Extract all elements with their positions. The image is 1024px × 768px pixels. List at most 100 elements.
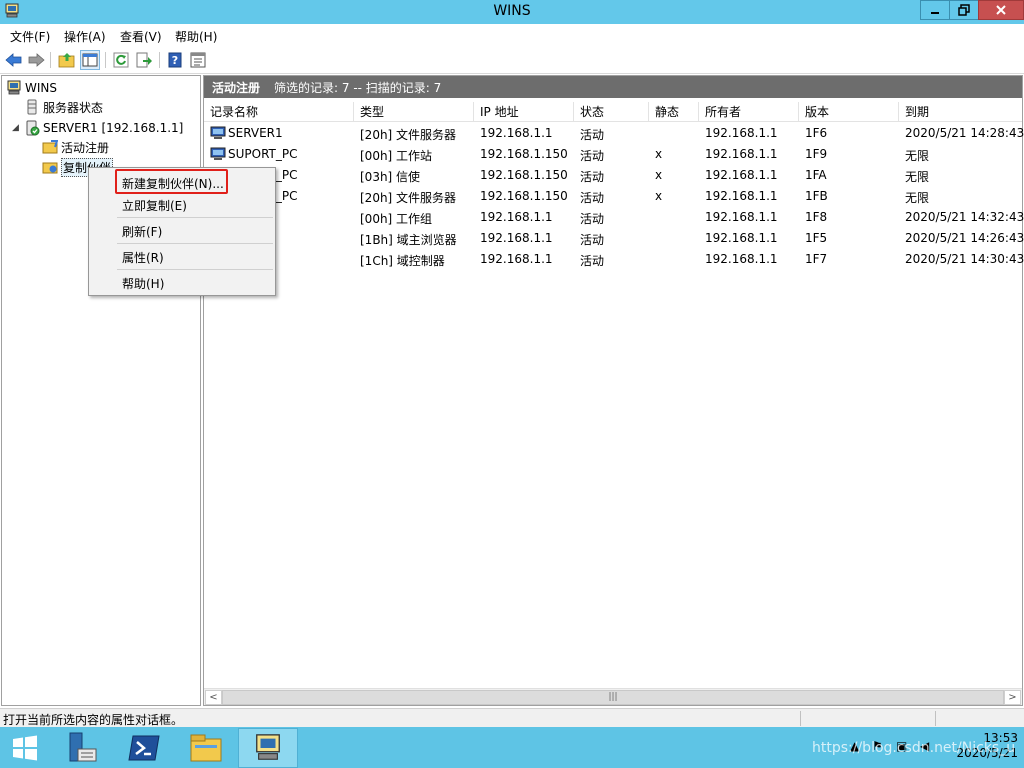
tree-label: 活动注册 [61,140,110,155]
taskbar-wins[interactable] [238,728,298,768]
minimize-icon [931,12,939,14]
scroll-thumb[interactable]: ||| [222,690,1004,705]
horizontal-scrollbar[interactable]: < ||| > [204,688,1022,705]
tree-item-active-registrations[interactable]: 活动注册 [42,138,109,156]
menu-bar: 文件(F) 操作(A) 查看(V) 帮助(H) [0,24,1024,46]
table-cell: x [655,189,663,203]
table-cell: 2020/5/21 14:26:43 [905,231,1024,245]
table-cell: 192.168.1.1 [480,231,553,245]
toolbar: ? [0,46,1024,74]
back-button[interactable] [4,50,24,70]
up-folder-icon [58,53,75,68]
table-cell: 2020/5/21 14:30:43 [905,252,1024,266]
table-cell: 活动 [580,254,605,268]
table-cell: 无限 [905,170,930,184]
table-cell: 1F6 [805,126,828,140]
menu-separator [117,217,273,218]
record-name-cell: SERVER1 [210,126,283,140]
table-cell: 192.168.1.1 [705,126,778,140]
table-row[interactable]: SUPORT_PC[20h] 文件服务器192.168.1.150活动x192.… [204,187,1022,208]
folder-icon [42,162,58,174]
maximize-button[interactable] [949,0,979,20]
record-name-cell: SUPORT_PC [210,147,298,161]
menu-item-help[interactable]: 帮助(H) [122,275,164,292]
column-header[interactable]: 类型 [354,102,474,122]
table-row[interactable]: [00h] 工作组 192.168.1.1 活动 192.168.1.1 1F8 2020… [204,208,1024,229]
menu-help[interactable]: 帮助(H) [175,28,217,45]
table-cell: 192.168.1.1 [705,168,778,182]
collapse-toggle[interactable]: ◢ [12,123,19,133]
column-header[interactable]: 记录名称 [204,102,354,122]
column-header[interactable]: 版本 [799,102,899,122]
table-row[interactable]: SUPORT_PC[03h] 信使192.168.1.150活动x192.168… [204,166,1022,187]
tree-label: SERVER1 [192.168.1.1] [43,121,184,135]
menu-item-replicate-now[interactable]: 立即复制(E) [122,197,187,214]
table-cell: 活动 [580,212,605,226]
minimize-button[interactable] [920,0,950,20]
computer-icon [210,147,226,160]
taskbar-server-manager[interactable] [52,728,112,768]
taskbar-file-explorer[interactable] [176,728,236,768]
table-row[interactable]: SUPORT_PC [00h] 工作站 192.168.1.150 活动 x 192.16… [204,145,1022,166]
table-cell: 192.168.1.150 [480,168,568,182]
menu-view[interactable]: 查看(V) [120,28,162,45]
wins-app-icon [256,734,280,760]
properties-icon [190,52,206,68]
table-row[interactable]: [1Ch] 域控制器 192.168.1.1 活动 192.168.1.1 1F7 202… [204,250,1024,271]
export-list-button[interactable] [134,50,154,70]
tree-label: 服务器状态 [43,100,104,115]
menu-file[interactable]: 文件(F) [10,28,50,45]
properties-button[interactable] [188,50,208,70]
table-cell: 活动 [580,128,605,142]
column-header[interactable]: 到期 [899,102,1022,122]
scroll-right-button[interactable]: > [1004,690,1021,705]
column-header[interactable]: IP 地址 [474,102,574,122]
pane-title: 活动注册 [212,80,261,95]
table-cell: x [655,147,663,161]
refresh-button[interactable] [111,50,131,70]
toolbar-separator [50,52,51,68]
table-row[interactable]: [1Bh] 域主浏览器 192.168.1.1 活动 192.168.1.1 1F5 20… [204,229,1024,250]
forward-arrow-icon [28,53,45,67]
table-cell: 1F7 [805,252,828,266]
table-cell: 192.168.1.1 [705,189,778,203]
export-list-icon [136,52,152,68]
tree-item-server1[interactable]: SERVER1 [192.168.1.1] [24,119,183,137]
status-text: 打开当前所选内容的属性对话框。 [3,713,184,727]
table-cell: [1Bh] 域主浏览器 [360,233,457,247]
menu-separator [117,243,273,244]
column-header[interactable]: 静态 [649,102,699,122]
start-button[interactable] [0,728,50,768]
table-cell: 1F5 [805,231,828,245]
show-hide-tree-button[interactable] [80,50,100,70]
forward-button[interactable] [26,50,46,70]
table-cell: 无限 [905,149,930,163]
menu-item-new-replication-partner[interactable]: 新建复制伙伴(N)... [122,175,224,192]
scroll-left-button[interactable]: < [205,690,222,705]
column-header[interactable]: 状态 [574,102,649,122]
menu-item-refresh[interactable]: 刷新(F) [122,223,162,240]
taskbar-powershell[interactable] [114,728,174,768]
restore-icon [958,4,970,16]
menu-item-properties[interactable]: 属性(R) [122,249,164,266]
refresh-icon [113,52,129,68]
tree-item-server-status[interactable]: 服务器状态 [24,98,103,116]
close-button[interactable] [978,0,1024,20]
back-arrow-icon [5,53,22,67]
up-level-button[interactable] [57,50,77,70]
toolbar-separator [105,52,106,68]
column-header[interactable]: 所有者 [699,102,799,122]
tree-item-wins[interactable]: WINS [6,79,57,97]
record-name: SERVER1 [228,126,283,140]
server-icon [26,120,40,136]
window-title: WINS [493,3,531,19]
table-cell: 192.168.1.1 [705,231,778,245]
menu-action[interactable]: 操作(A) [64,28,106,45]
tree-label: WINS [25,81,57,95]
table-cell: 2020/5/21 14:32:43 [905,210,1024,224]
table-cell: [1Ch] 域控制器 [360,254,445,268]
table-cell: 192.168.1.150 [480,147,568,161]
table-row[interactable]: SERVER1 [20h] 文件服务器 192.168.1.1 活动 192.168.1… [204,124,1024,145]
table-cell: 192.168.1.1 [705,210,778,224]
help-button[interactable]: ? [165,50,185,70]
